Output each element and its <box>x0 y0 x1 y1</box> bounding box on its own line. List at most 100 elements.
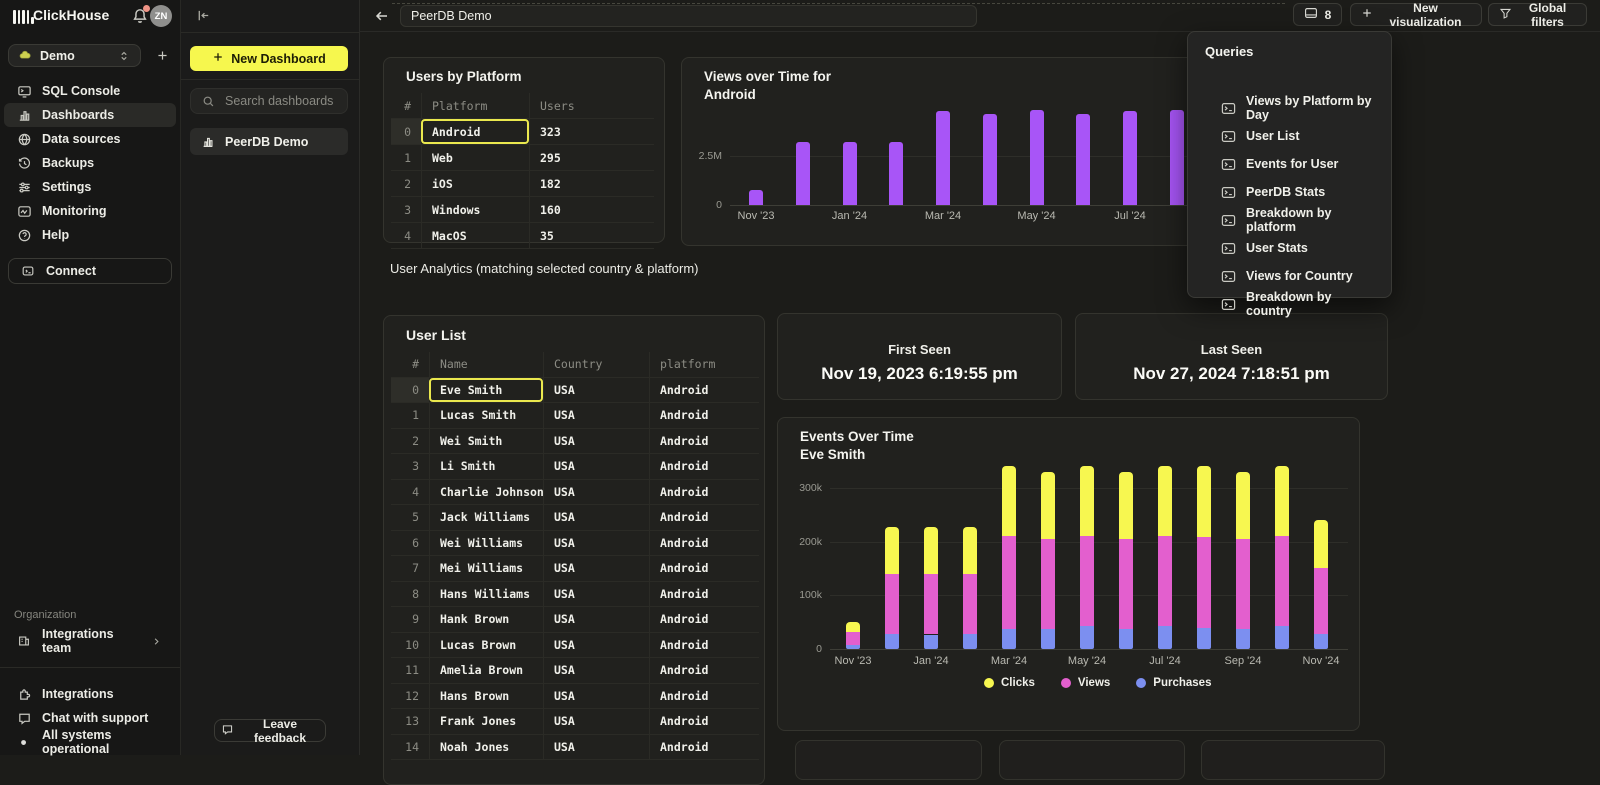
table-row[interactable]: 8Hans WilliamsUSAAndroid <box>391 582 759 608</box>
bar-segment-clicks-sep-24[interactable] <box>1236 472 1250 540</box>
table-row[interactable]: 1Lucas SmithUSAAndroid <box>391 403 759 429</box>
bar-segment-clicks-nov-23[interactable] <box>846 622 860 632</box>
row-index-cell[interactable]: 5 <box>391 505 429 530</box>
table-cell[interactable]: Windows <box>421 197 529 222</box>
table-row[interactable]: 3Windows160 <box>391 197 654 223</box>
bar-nov-23[interactable] <box>749 190 763 205</box>
bar-segment-views-jun-24[interactable] <box>1119 539 1133 628</box>
bar-segment-clicks-apr-24[interactable] <box>1041 472 1055 540</box>
table-cell[interactable]: USA <box>543 531 649 556</box>
bar-segment-clicks-oct-24[interactable] <box>1275 466 1289 536</box>
row-index-cell[interactable]: 7 <box>391 556 429 581</box>
table-cell[interactable]: USA <box>543 709 649 734</box>
table-cell[interactable]: iOS <box>421 171 529 196</box>
query-item-user-stats[interactable]: User Stats <box>1188 234 1393 262</box>
row-index-cell[interactable]: 4 <box>391 223 421 248</box>
table-cell[interactable]: 295 <box>529 145 654 170</box>
table-cell[interactable]: Android <box>649 378 759 403</box>
bar-segment-views-nov-24[interactable] <box>1314 568 1328 634</box>
bar-may-24[interactable] <box>1030 110 1044 205</box>
table-row[interactable]: 13Frank JonesUSAAndroid <box>391 709 759 735</box>
table-cell[interactable]: Android <box>649 454 759 479</box>
table-cell[interactable]: Android <box>649 429 759 454</box>
table-cell[interactable]: Amelia Brown <box>429 658 543 683</box>
table-cell[interactable]: Android <box>649 709 759 734</box>
table-cell[interactable]: Android <box>649 658 759 683</box>
table-row[interactable]: 0Android323 <box>391 119 654 145</box>
query-item-user-list[interactable]: User List <box>1188 122 1393 150</box>
bar-segment-purchases-dec-23[interactable] <box>885 634 899 649</box>
bar-segment-purchases-jun-24[interactable] <box>1119 629 1133 649</box>
sidebar-item-settings[interactable]: Settings <box>4 175 176 199</box>
bar-segment-clicks-aug-24[interactable] <box>1197 466 1211 536</box>
bar-segment-views-jul-24[interactable] <box>1158 536 1172 626</box>
sidebar-item-integrations-team[interactable]: Integrations team <box>4 629 176 653</box>
bar-segment-purchases-nov-24[interactable] <box>1314 634 1328 649</box>
table-cell[interactable]: 35 <box>529 223 654 248</box>
table-cell[interactable]: USA <box>543 480 649 505</box>
sidebar-item-monitoring[interactable]: Monitoring <box>4 199 176 223</box>
table-cell[interactable]: Android <box>649 582 759 607</box>
table-cell[interactable]: 160 <box>529 197 654 222</box>
table-cell[interactable]: Android <box>649 531 759 556</box>
table-row[interactable]: 0Eve SmithUSAAndroid <box>391 378 759 404</box>
query-item-peerdb-stats[interactable]: PeerDB Stats <box>1188 178 1393 206</box>
connect-button[interactable]: Connect <box>8 258 172 284</box>
bar-dec-23[interactable] <box>796 142 810 205</box>
bar-apr-24[interactable] <box>983 114 997 205</box>
table-row[interactable]: 14Noah JonesUSAAndroid <box>391 735 759 761</box>
table-cell[interactable]: Hans Williams <box>429 582 543 607</box>
bar-segment-views-may-24[interactable] <box>1080 536 1094 626</box>
bar-segment-purchases-nov-23[interactable] <box>846 645 860 649</box>
table-row[interactable]: 1Web295 <box>391 145 654 171</box>
user-avatar[interactable]: ZN <box>150 5 172 27</box>
query-item-breakdown-by-platform[interactable]: Breakdown by platform <box>1188 206 1393 234</box>
table-row[interactable]: 7Mei WilliamsUSAAndroid <box>391 556 759 582</box>
bar-segment-clicks-nov-24[interactable] <box>1314 520 1328 568</box>
bar-segment-views-sep-24[interactable] <box>1236 539 1250 628</box>
dashboard-title-input[interactable] <box>400 5 977 27</box>
row-index-cell[interactable]: 1 <box>391 403 429 428</box>
table-cell[interactable]: Eve Smith <box>429 378 543 403</box>
table-cell[interactable]: USA <box>543 658 649 683</box>
table-cell[interactable]: Wei Williams <box>429 531 543 556</box>
table-cell[interactable]: USA <box>543 633 649 658</box>
bar-segment-views-apr-24[interactable] <box>1041 539 1055 628</box>
table-cell[interactable]: USA <box>543 735 649 760</box>
bar-segment-purchases-apr-24[interactable] <box>1041 629 1055 649</box>
table-row[interactable]: 6Wei WilliamsUSAAndroid <box>391 531 759 557</box>
row-index-cell[interactable]: 11 <box>391 658 429 683</box>
table-cell[interactable]: Android <box>649 505 759 530</box>
notifications-bell-icon[interactable] <box>131 7 149 25</box>
row-index-cell[interactable]: 3 <box>391 197 421 222</box>
table-cell[interactable]: USA <box>543 378 649 403</box>
sidebar-item-dashboards[interactable]: Dashboards <box>4 103 176 127</box>
table-row[interactable]: 5Jack WilliamsUSAAndroid <box>391 505 759 531</box>
table-row[interactable]: 10Lucas BrownUSAAndroid <box>391 633 759 659</box>
table-cell[interactable]: Android <box>649 607 759 632</box>
row-index-cell[interactable]: 1 <box>391 145 421 170</box>
table-cell[interactable]: USA <box>543 429 649 454</box>
table-row[interactable]: 11Amelia BrownUSAAndroid <box>391 658 759 684</box>
bar-jul-24[interactable] <box>1123 111 1137 205</box>
table-cell[interactable]: Wei Smith <box>429 429 543 454</box>
sidebar-item-backups[interactable]: Backups <box>4 151 176 175</box>
leave-feedback-button[interactable]: Leave feedback <box>214 719 326 742</box>
query-item-breakdown-by-country[interactable]: Breakdown by country <box>1188 290 1393 318</box>
sidebar-item-all-systems-operational[interactable]: All systems operational <box>0 730 180 754</box>
table-row[interactable]: 4MacOS35 <box>391 223 654 249</box>
bar-segment-clicks-may-24[interactable] <box>1080 466 1094 536</box>
table-cell[interactable]: USA <box>543 556 649 581</box>
table-cell[interactable]: Lucas Smith <box>429 403 543 428</box>
table-cell[interactable]: 323 <box>529 119 654 144</box>
table-row[interactable]: 2iOS182 <box>391 171 654 197</box>
table-cell[interactable]: Android <box>649 633 759 658</box>
table-row[interactable]: 2Wei SmithUSAAndroid <box>391 429 759 455</box>
bar-feb-24[interactable] <box>889 142 903 205</box>
table-cell[interactable]: USA <box>543 607 649 632</box>
bar-segment-purchases-jan-24[interactable] <box>924 635 938 649</box>
back-button[interactable] <box>372 6 392 26</box>
bar-segment-clicks-jun-24[interactable] <box>1119 472 1133 540</box>
table-cell[interactable]: Hank Brown <box>429 607 543 632</box>
row-index-cell[interactable]: 6 <box>391 531 429 556</box>
